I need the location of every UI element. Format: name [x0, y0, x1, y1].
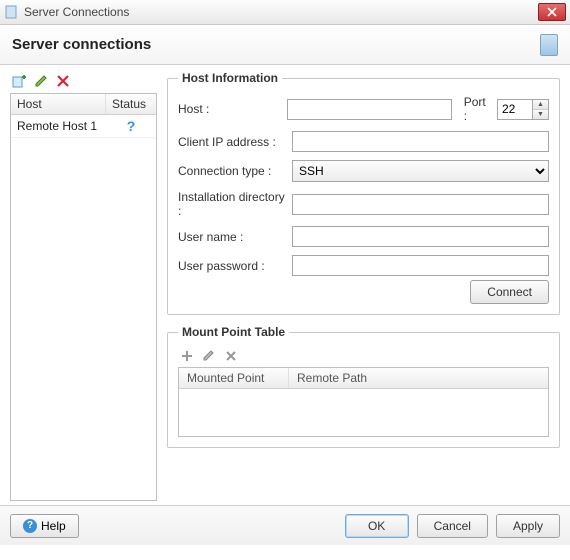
port-up-icon[interactable]: ▲: [533, 100, 548, 110]
app-icon: [4, 5, 18, 19]
cell-status: ?: [106, 115, 156, 137]
delete-server-icon[interactable]: [56, 74, 70, 88]
col-mounted-point[interactable]: Mounted Point: [179, 368, 289, 388]
client-ip-input[interactable]: [292, 131, 549, 152]
edit-mount-icon[interactable]: [202, 349, 216, 363]
password-input[interactable]: [292, 255, 549, 276]
dialog-footer: ? Help OK Cancel Apply: [0, 505, 570, 545]
cell-host: Remote Host 1: [11, 116, 106, 136]
host-label: Host :: [178, 102, 281, 116]
port-spinner[interactable]: ▲ ▼: [497, 99, 549, 120]
connect-button[interactable]: Connect: [470, 280, 549, 304]
mount-point-group: Mount Point Table Mounted Point Remote P…: [167, 325, 560, 448]
help-icon: ?: [23, 519, 37, 533]
edit-server-icon[interactable]: [34, 74, 48, 88]
password-label: User password :: [178, 259, 286, 273]
cancel-button[interactable]: Cancel: [417, 514, 488, 538]
server-icon: [540, 34, 558, 56]
titlebar: Server Connections: [0, 0, 570, 25]
mount-legend: Mount Point Table: [178, 325, 289, 339]
install-dir-input[interactable]: [292, 194, 549, 215]
col-host[interactable]: Host: [11, 94, 106, 114]
host-list-toolbar: [10, 71, 157, 91]
col-status[interactable]: Status: [106, 94, 156, 114]
col-remote-path[interactable]: Remote Path: [289, 368, 548, 388]
host-list-panel: Host Status Remote Host 1 ?: [10, 71, 157, 501]
ok-button[interactable]: OK: [345, 514, 409, 538]
page-title: Server connections: [12, 36, 540, 53]
window-title: Server Connections: [24, 5, 538, 19]
username-label: User name :: [178, 230, 286, 244]
close-button[interactable]: [538, 3, 566, 21]
connection-type-select[interactable]: SSH: [292, 160, 549, 182]
help-label: Help: [41, 519, 66, 533]
host-input[interactable]: [287, 99, 452, 120]
username-input[interactable]: [292, 226, 549, 247]
add-server-icon[interactable]: [12, 74, 26, 88]
install-dir-label: Installation directory :: [178, 190, 286, 218]
mount-table: Mounted Point Remote Path: [178, 367, 549, 437]
delete-mount-icon[interactable]: [224, 349, 238, 363]
dialog-header: Server connections: [0, 25, 570, 65]
table-row[interactable]: Remote Host 1 ?: [11, 115, 156, 138]
host-table: Host Status Remote Host 1 ?: [10, 93, 157, 501]
connection-type-label: Connection type :: [178, 164, 286, 178]
host-information-group: Host Information Host : Port : ▲ ▼ Clien…: [167, 71, 560, 315]
help-button[interactable]: ? Help: [10, 514, 79, 538]
port-down-icon[interactable]: ▼: [533, 110, 548, 119]
add-mount-icon[interactable]: [180, 349, 194, 363]
apply-button[interactable]: Apply: [496, 514, 560, 538]
host-info-legend: Host Information: [178, 71, 282, 85]
mount-toolbar: [178, 349, 549, 363]
client-ip-label: Client IP address :: [178, 135, 286, 149]
port-input[interactable]: [497, 99, 533, 120]
port-label: Port :: [464, 95, 491, 123]
